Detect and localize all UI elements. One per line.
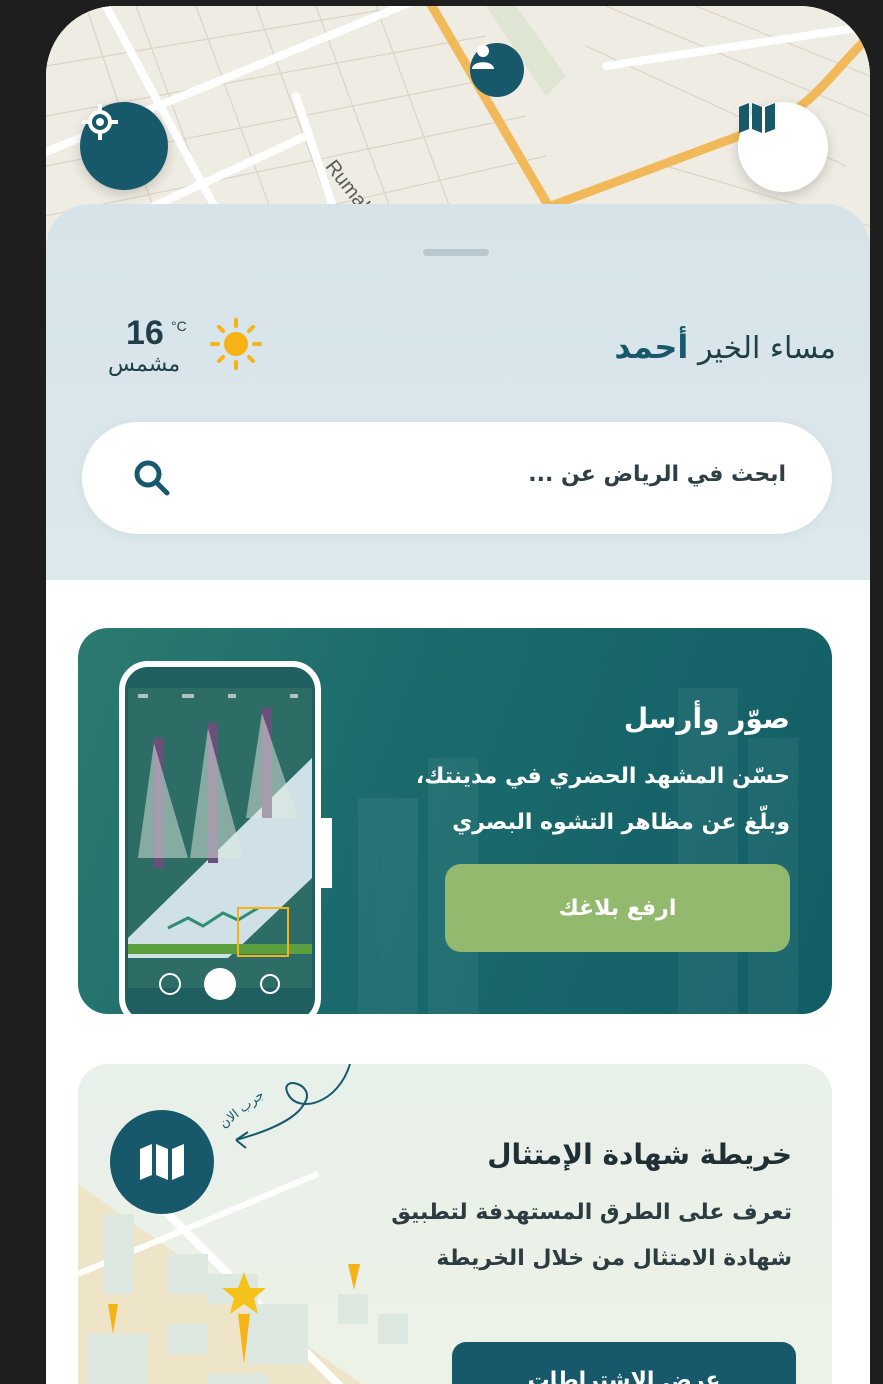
user-name: أحمد <box>614 328 689 366</box>
greeting: مساء الخير أحمد <box>614 328 836 366</box>
greeting-prefix: مساء الخير <box>697 331 836 366</box>
bottom-sheet[interactable]: مساء الخير أحمد 16 °C مشمس ابحث في الريا… <box>46 204 870 1384</box>
phone-screen: Rumah St مساء الخير أحمد 16 °C مشمس ابحث… <box>46 6 870 1384</box>
compliance-map-icon-button[interactable] <box>110 1110 214 1214</box>
report-card-line-1: حسّن المشهد الحضري في مدينتك، <box>415 764 790 789</box>
report-card-description: حسّن المشهد الحضري في مدينتك، وبلّغ عن م… <box>370 754 790 846</box>
compliance-map-card[interactable]: جرب الان خريطة شهادة الإمتثال تعرف على ا… <box>78 1064 832 1384</box>
weather-condition: مشمس <box>108 352 181 377</box>
compliance-card-line-1: تعرف على الطرق المستهدفة لتطبيق <box>391 1200 792 1225</box>
user-icon <box>472 45 494 69</box>
crosshair-icon <box>82 104 118 140</box>
search-bar[interactable]: ابحث في الرياض عن ... <box>82 422 832 534</box>
locate-me-button[interactable] <box>80 102 168 190</box>
compliance-card-title: خريطة شهادة الإمتثال <box>487 1138 792 1171</box>
report-card[interactable]: صوّر وأرسل حسّن المشهد الحضري في مدينتك،… <box>78 628 832 1014</box>
map-icon <box>140 1144 184 1180</box>
view-requirements-button[interactable]: عرض الاشتراطات <box>452 1342 796 1384</box>
report-card-title: صوّر وأرسل <box>623 702 790 735</box>
weather-widget: 16 °C مشمس <box>106 314 286 384</box>
search-icon[interactable] <box>132 458 172 498</box>
sun-icon <box>210 318 262 370</box>
compliance-card-line-2: شهادة الامتثال من خلال الخريطة <box>436 1246 792 1271</box>
submit-report-button[interactable]: ارفع بلاغك <box>445 864 790 952</box>
temperature-unit: °C <box>171 318 187 334</box>
drag-handle[interactable] <box>423 249 489 256</box>
map-layers-button[interactable] <box>738 102 828 192</box>
compliance-card-description: تعرف على الطرق المستهدفة لتطبيق شهادة ال… <box>352 1190 792 1282</box>
temperature: 16 <box>126 314 164 352</box>
report-card-line-2: وبلّغ عن مظاهر التشوه البصري <box>452 810 790 835</box>
map-icon <box>739 103 775 133</box>
search-input[interactable]: ابحث في الرياض عن ... <box>528 462 786 487</box>
user-location-pin[interactable] <box>470 43 524 97</box>
